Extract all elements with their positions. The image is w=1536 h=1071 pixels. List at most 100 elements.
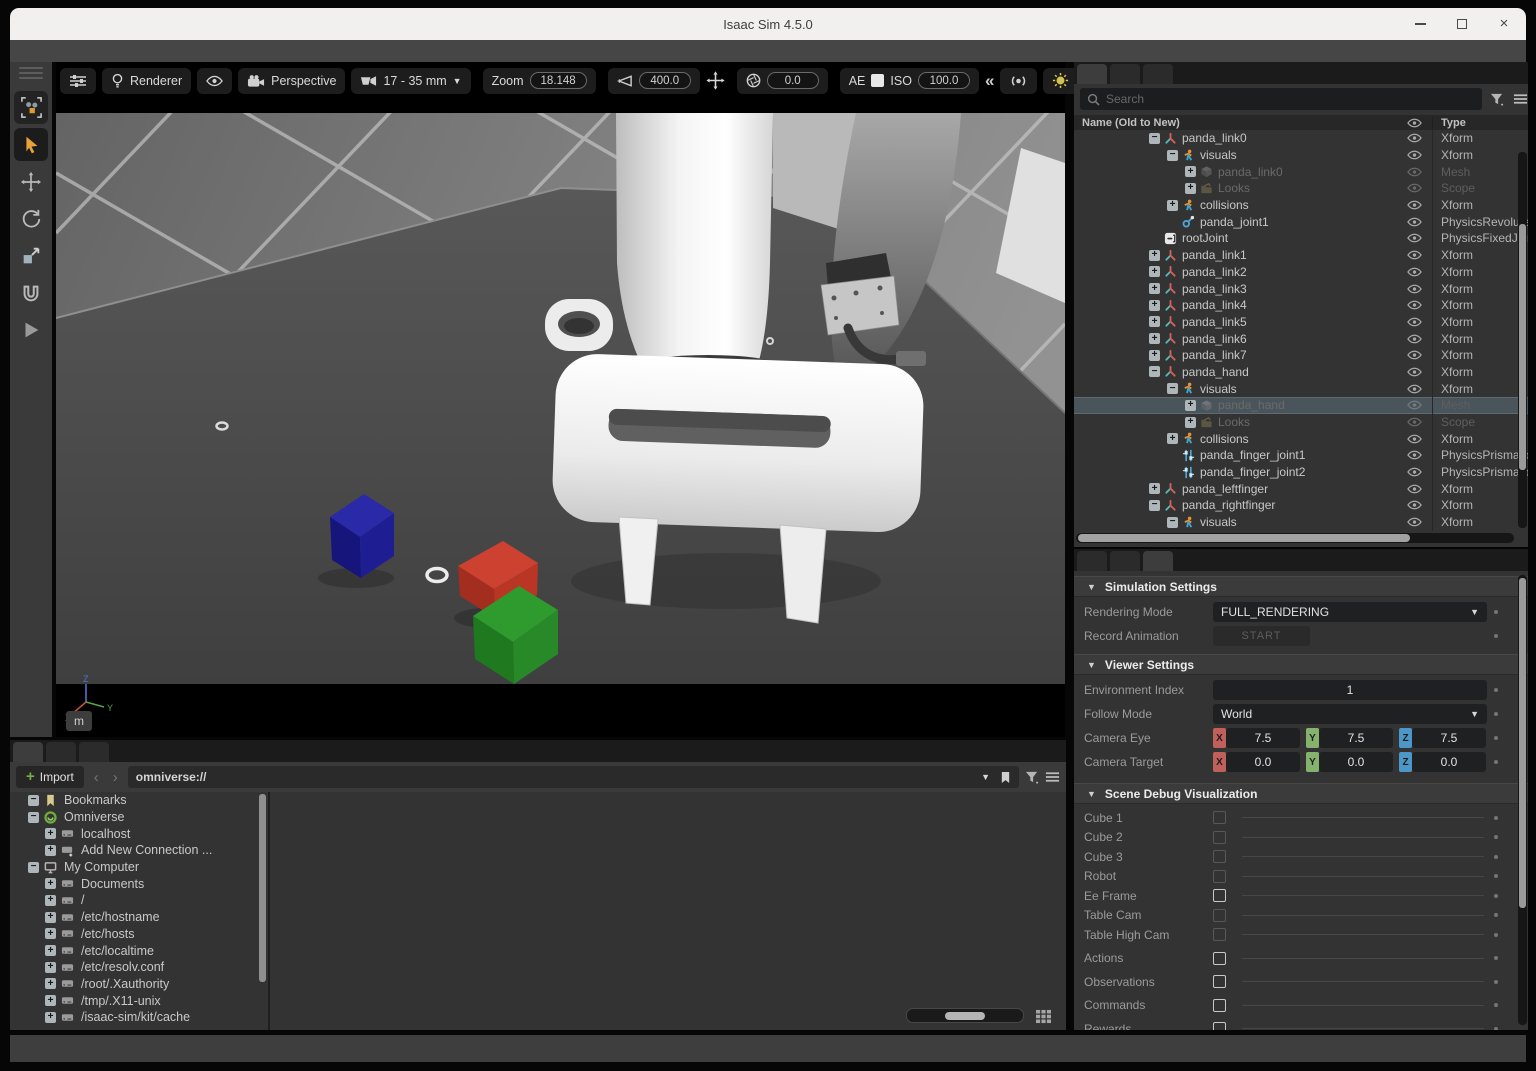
camera-target-z-field[interactable]: 0.0 <box>1412 752 1486 772</box>
file-tree-row[interactable]: − Omniverse <box>14 809 267 826</box>
expander-icon[interactable]: + <box>1147 250 1162 261</box>
stage-tree-row[interactable]: + panda_hand Mesh <box>1074 397 1528 414</box>
stage-tree-row[interactable]: + panda_link4 Xform <box>1074 297 1528 314</box>
ae-iso-control[interactable]: AE ISO 100.0 <box>840 68 979 94</box>
expander-icon[interactable]: − <box>1165 517 1180 528</box>
visibility-eye-icon[interactable] <box>1396 284 1432 294</box>
visibility-eye-icon[interactable] <box>1396 367 1432 377</box>
section-simulation-settings[interactable]: ▼ Simulation Settings <box>1074 576 1528 597</box>
filter-icon[interactable] <box>1025 771 1039 784</box>
debug-checkbox[interactable] <box>1213 889 1226 902</box>
file-tree-row[interactable]: + Add New Connection ... <box>14 842 267 859</box>
expander-icon[interactable]: + <box>43 1012 58 1023</box>
file-tree-row[interactable]: + /etc/hosts <box>14 926 267 943</box>
snap-tool-button[interactable] <box>14 276 48 309</box>
visibility-eye-icon[interactable] <box>1396 467 1432 477</box>
property-scrollbar[interactable] <box>1518 575 1527 1025</box>
expander-icon[interactable]: + <box>1183 183 1198 194</box>
expander-icon[interactable]: + <box>43 845 58 856</box>
section-scene-debug-visualization[interactable]: ▼ Scene Debug Visualization <box>1074 783 1528 804</box>
expander-icon[interactable]: − <box>1165 150 1180 161</box>
debug-checkbox[interactable] <box>1213 999 1226 1012</box>
visibility-eye-icon[interactable] <box>1396 384 1432 394</box>
close-button[interactable]: × <box>1498 18 1510 30</box>
camera-target-y-field[interactable]: 0.0 <box>1319 752 1393 772</box>
stage-search-input[interactable] <box>1106 92 1475 106</box>
file-tree-row[interactable]: + /root/.Xauthority <box>14 976 267 993</box>
camera-button[interactable]: Perspective <box>238 68 345 94</box>
stage-search[interactable] <box>1080 88 1482 110</box>
exposure-control[interactable]: 0.0 <box>737 68 828 94</box>
debug-checkbox[interactable] <box>1213 831 1226 844</box>
property-tab[interactable] <box>1077 551 1107 571</box>
debug-checkbox[interactable] <box>1213 850 1226 863</box>
expander-icon[interactable]: + <box>43 978 58 989</box>
expander-icon[interactable]: − <box>1147 133 1162 144</box>
path-bar[interactable]: ▼ <box>128 766 1019 788</box>
file-tree-row[interactable]: + / <box>14 892 267 909</box>
file-tree-row[interactable]: + /etc/hostname <box>14 909 267 926</box>
renderer-button[interactable]: Renderer <box>102 68 191 94</box>
expander-icon[interactable]: + <box>1183 166 1198 177</box>
visibility-eye-icon[interactable] <box>1396 334 1432 344</box>
debug-checkbox[interactable] <box>1213 952 1226 965</box>
visibility-eye-icon[interactable] <box>1396 500 1432 510</box>
import-button[interactable]: + Import <box>16 766 84 788</box>
expander-icon[interactable]: + <box>1147 350 1162 361</box>
expander-icon[interactable]: + <box>43 945 58 956</box>
visibility-eye-icon[interactable] <box>1396 350 1432 360</box>
file-tree-row[interactable]: + /etc/localtime <box>14 942 267 959</box>
visibility-eye-icon[interactable] <box>1396 200 1432 210</box>
file-tree-row[interactable]: + /isaac-sim/kit/cache <box>14 1009 267 1026</box>
toolbar-grip-icon[interactable] <box>19 67 43 79</box>
expander-icon[interactable]: − <box>26 862 41 873</box>
section-viewer-settings[interactable]: ▼ Viewer Settings <box>1074 654 1528 675</box>
expander-icon[interactable]: + <box>1147 333 1162 344</box>
expander-icon[interactable]: − <box>1147 366 1162 377</box>
expander-icon[interactable]: + <box>1147 483 1162 494</box>
record-start-button[interactable]: START <box>1213 626 1310 646</box>
viewport-3d-scene[interactable] <box>56 113 1065 684</box>
visibility-eye-icon[interactable] <box>1396 317 1432 327</box>
visibility-eye-icon[interactable] <box>1396 517 1432 527</box>
stage-tree-row[interactable]: + collisions Xform <box>1074 197 1528 214</box>
stage-tree-row[interactable]: + panda_leftfinger Xform <box>1074 480 1528 497</box>
visibility-eye-icon[interactable] <box>1396 300 1432 310</box>
expander-icon[interactable]: + <box>1183 417 1198 428</box>
debug-checkbox[interactable] <box>1213 909 1226 922</box>
camera-eye-y-field[interactable]: 7.5 <box>1319 728 1393 748</box>
viewport-settings-button[interactable] <box>60 68 96 94</box>
forward-icon[interactable]: › <box>109 769 122 786</box>
stage-tree-row[interactable]: + panda_link6 Xform <box>1074 330 1528 347</box>
stage-tree-row[interactable]: + Looks Scope <box>1074 414 1528 431</box>
follow-mode-dropdown[interactable]: World▼ <box>1213 704 1487 724</box>
debug-checkbox[interactable] <box>1213 928 1226 941</box>
play-button[interactable] <box>14 313 48 346</box>
visibility-eye-icon[interactable] <box>1396 217 1432 227</box>
debug-checkbox[interactable] <box>1213 1022 1226 1030</box>
visibility-eye-icon[interactable] <box>1396 434 1432 444</box>
stage-tab[interactable] <box>1077 64 1107 84</box>
rendering-mode-dropdown[interactable]: FULL_RENDERING▼ <box>1213 602 1487 622</box>
content-tab[interactable] <box>79 742 109 762</box>
expander-icon[interactable]: − <box>1165 383 1180 394</box>
debug-checkbox[interactable] <box>1213 975 1226 988</box>
broadcast-button[interactable] <box>1000 68 1037 94</box>
expander-icon[interactable]: + <box>43 895 58 906</box>
expander-icon[interactable]: − <box>26 812 41 823</box>
stage-tree-row[interactable]: + panda_link7 Xform <box>1074 347 1528 364</box>
stage-tree-row[interactable]: + Looks Scope <box>1074 180 1528 197</box>
stage-tree-row[interactable]: rootJoint PhysicsFixedJoin <box>1074 230 1528 247</box>
file-tree-row[interactable]: + /tmp/.X11-unix <box>14 992 267 1009</box>
visibility-eye-icon[interactable] <box>1396 400 1432 410</box>
debug-checkbox[interactable] <box>1213 811 1226 824</box>
stage-tree-row[interactable]: + panda_link5 Xform <box>1074 314 1528 331</box>
expander-icon[interactable]: + <box>43 828 58 839</box>
stage-tree-row[interactable]: − visuals Xform <box>1074 380 1528 397</box>
filter-icon[interactable] <box>1490 93 1504 106</box>
expander-icon[interactable]: + <box>43 878 58 889</box>
visibility-eye-icon[interactable] <box>1396 250 1432 260</box>
visibility-eye-icon[interactable] <box>1396 417 1432 427</box>
expander-icon[interactable]: + <box>1147 266 1162 277</box>
content-tab[interactable] <box>46 742 76 762</box>
